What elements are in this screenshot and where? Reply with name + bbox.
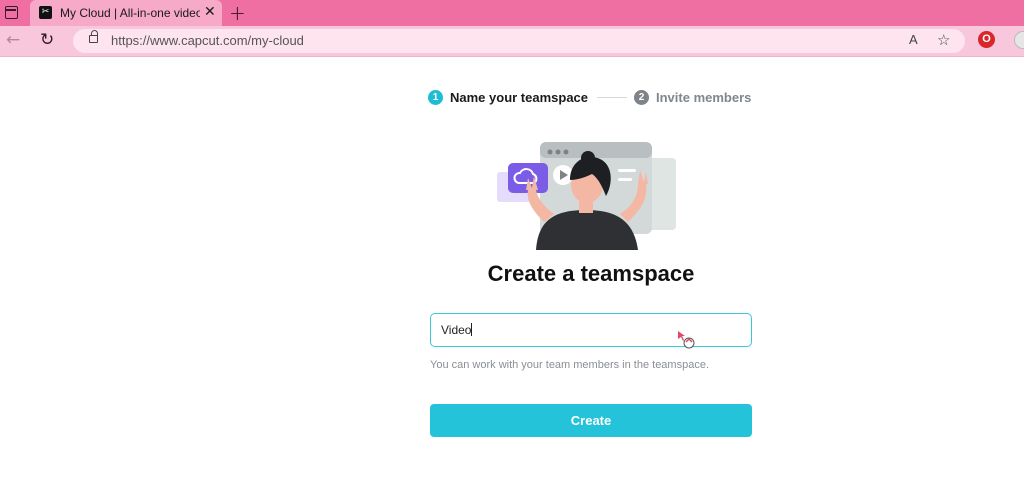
browser-tab-bar: ✂ My Cloud | All-in-one video edito ✕ + (0, 0, 1024, 26)
input-text[interactable]: Video (441, 323, 471, 337)
capcut-favicon-icon: ✂ (39, 6, 52, 19)
helper-text: You can work with your team members in t… (430, 359, 710, 371)
step-number-badge: 2 (634, 90, 649, 105)
create-button[interactable]: Create (430, 404, 752, 437)
step-name-teamspace: 1 Name your teamspace (428, 90, 598, 106)
window-menu-icon[interactable] (5, 6, 18, 19)
favorite-star-icon[interactable]: ☆ (937, 31, 950, 49)
page-title: Create a teamspace (487, 261, 695, 286)
tab-title: My Cloud | All-in-one video edito (60, 6, 200, 20)
browser-nav-bar: ← ↻ https://www.capcut.com/my-cloud A ☆ … (0, 26, 1024, 57)
new-tab-icon[interactable]: + (229, 1, 246, 25)
step-label: Name your teamspace (450, 90, 589, 105)
profile-avatar-icon[interactable] (1014, 31, 1024, 49)
input-value[interactable]: Video (441, 323, 473, 337)
close-tab-icon[interactable]: ✕ (204, 4, 216, 20)
person-with-cloud-video-illustration (497, 142, 676, 250)
step-invite-members: 2 Invite members (634, 90, 764, 106)
step-connector (597, 97, 627, 98)
teamspace-name-input[interactable]: Video (430, 313, 752, 347)
back-arrow-icon[interactable]: ← (6, 30, 20, 50)
browser-tab[interactable]: ✂ My Cloud | All-in-one video edito ✕ (30, 0, 222, 26)
busy-cursor-icon (678, 331, 695, 349)
step-number-badge: 1 (428, 90, 443, 105)
reload-icon[interactable]: ↻ (40, 30, 54, 50)
step-label: Invite members (656, 90, 752, 105)
address-bar[interactable]: https://www.capcut.com/my-cloud A ☆ (73, 29, 965, 53)
url-text[interactable]: https://www.capcut.com/my-cloud (111, 33, 304, 48)
text-caret (471, 323, 473, 336)
read-aloud-icon[interactable]: A (909, 32, 918, 47)
extension-icon[interactable]: O (978, 31, 995, 48)
lock-icon[interactable] (89, 30, 98, 43)
